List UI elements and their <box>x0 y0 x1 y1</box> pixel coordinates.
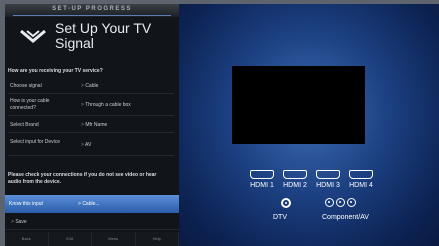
menu-button[interactable]: Menu <box>92 232 136 246</box>
setup-progress-bar: SET-UP PROGRESS <box>5 4 179 17</box>
hdmi-port-icon <box>316 170 340 179</box>
hdmi-port-label: HDMI 4 <box>349 182 373 189</box>
save-button[interactable]: Save <box>5 215 179 230</box>
menu-row-value: Cable <box>81 83 98 89</box>
menu-row-label: Select input for Device <box>10 139 61 145</box>
menu-row-cable-connection[interactable]: How is your cable connected? Through a c… <box>8 95 174 116</box>
menu-row-label: Select Brand <box>10 122 39 128</box>
menu-row-select-input[interactable]: Select input for Device AV <box>8 135 174 156</box>
setup-menu-panel: SET-UP PROGRESS Set Up Your TV Signal Ho… <box>5 4 180 246</box>
exit-button[interactable]: Exit <box>48 232 92 246</box>
hdmi-port-icon <box>250 170 274 179</box>
menu-row-value: Mfr Name <box>81 122 107 128</box>
menu-row-value: Through a cable box <box>81 102 131 108</box>
menu-row-select-brand[interactable]: Select Brand Mfr Name <box>8 118 174 133</box>
screen-frame: SET-UP PROGRESS Set Up Your TV Signal Ho… <box>0 0 439 246</box>
bottom-button-bar: Back Exit Menu Help <box>5 232 179 246</box>
menu-row-label: Know this input <box>9 201 43 207</box>
coax-jack-icon <box>281 198 291 208</box>
menu-row-choose-signal[interactable]: Choose signal Cable <box>8 80 174 94</box>
menu-row-value: Cable... <box>78 201 99 207</box>
rca-jack-icon <box>347 198 356 207</box>
hdmi-port-label: HDMI 1 <box>250 182 274 189</box>
connection-diagram: HDMI 1 HDMI 2 HDMI 3 HDMI 4 DTV Componen… <box>179 4 439 246</box>
save-label: Save <box>11 219 26 225</box>
hdmi-port-label: HDMI 2 <box>283 182 307 189</box>
help-button[interactable]: Help <box>135 232 179 246</box>
tv-screen-preview <box>232 66 365 144</box>
rca-jack-icon <box>325 198 334 207</box>
menu-row-highlighted[interactable]: Know this input Cable... <box>5 195 179 213</box>
back-button[interactable]: Back <box>5 232 49 246</box>
component-av-label: Component/AV <box>322 214 369 221</box>
hdmi-port-icon <box>283 170 307 179</box>
menu-row-label: How is your cable connected? <box>10 98 50 111</box>
page-title: Set Up Your TV Signal <box>55 20 152 51</box>
hdmi-port-label: HDMI 3 <box>316 182 340 189</box>
connection-note: Please check your connections if you do … <box>8 172 157 185</box>
menu-row-value: AV <box>81 142 91 148</box>
menu-row-label: Choose signal <box>10 83 42 89</box>
setup-progress-line <box>13 15 171 16</box>
dtv-label: DTV <box>273 214 287 221</box>
menu-question: How are you receiving your TV service? <box>8 68 103 74</box>
vizio-chevron-logo-icon <box>20 29 46 43</box>
hdmi-port-icon <box>349 170 373 179</box>
rca-jack-icon <box>336 198 345 207</box>
setup-progress-label: SET-UP PROGRESS <box>52 6 132 12</box>
